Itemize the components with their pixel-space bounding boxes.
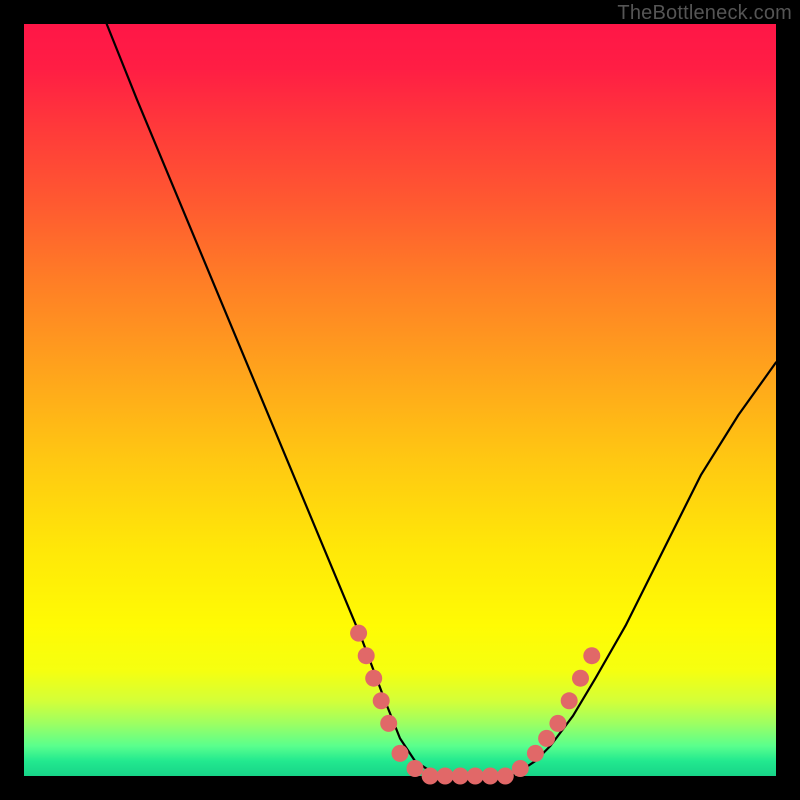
highlight-dot — [527, 745, 544, 762]
highlight-dot — [422, 768, 439, 785]
highlight-dot — [512, 760, 529, 777]
highlight-dot — [407, 760, 424, 777]
highlight-dot — [549, 715, 566, 732]
bottleneck-curve-line — [107, 24, 776, 776]
highlight-dot — [452, 768, 469, 785]
highlight-dot — [358, 647, 375, 664]
chart-plot-area — [24, 24, 776, 776]
highlight-dot — [482, 768, 499, 785]
highlight-dot — [561, 692, 578, 709]
watermark-text: TheBottleneck.com — [617, 2, 792, 25]
highlight-dot — [373, 692, 390, 709]
highlight-dot — [437, 768, 454, 785]
highlight-dot — [497, 768, 514, 785]
highlight-dot — [572, 670, 589, 687]
highlight-dot — [350, 625, 367, 642]
chart-svg — [24, 24, 776, 776]
highlight-dot — [467, 768, 484, 785]
highlight-dots-group — [350, 625, 600, 785]
highlight-dot — [365, 670, 382, 687]
highlight-dot — [392, 745, 409, 762]
highlight-dot — [583, 647, 600, 664]
highlight-dot — [380, 715, 397, 732]
chart-frame — [24, 24, 776, 776]
highlight-dot — [538, 730, 555, 747]
